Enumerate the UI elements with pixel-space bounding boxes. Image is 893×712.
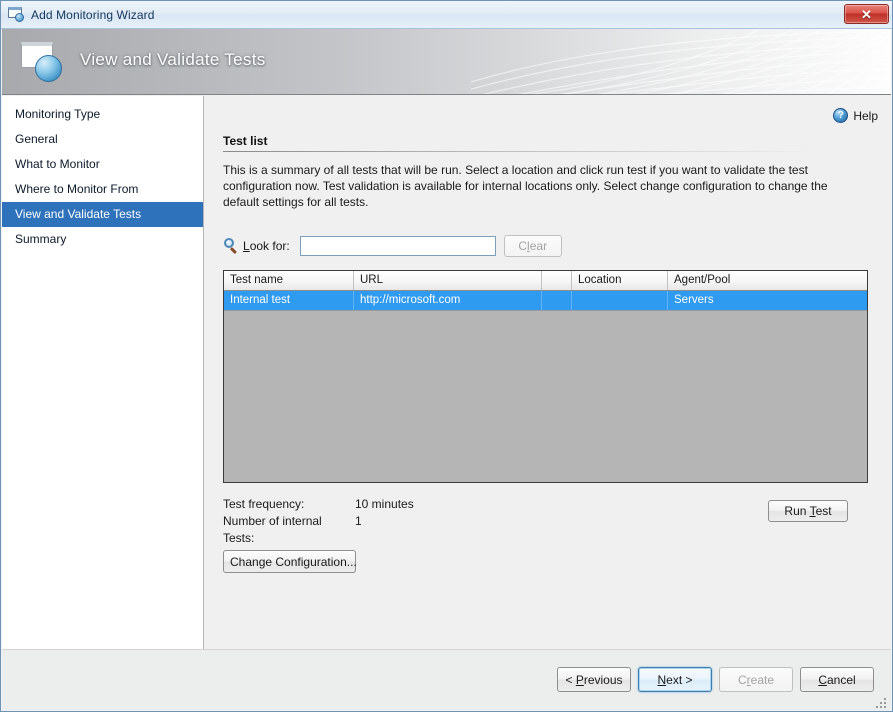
window-title: Add Monitoring Wizard <box>31 8 154 22</box>
search-label: Look for: <box>243 239 290 253</box>
close-button[interactable]: ✕ <box>844 4 889 24</box>
column-header-location[interactable]: Location <box>572 271 668 290</box>
test-summary: Test frequency: 10 minutes Number of int… <box>223 496 414 547</box>
column-header-url[interactable]: URL <box>354 271 542 290</box>
search-input[interactable] <box>300 236 496 256</box>
label-number-of-internal-tests: Number of internal Tests: <box>223 513 355 547</box>
cell-url: http://microsoft.com <box>354 291 542 310</box>
column-header-test-name[interactable]: Test name <box>224 271 354 290</box>
value-number-of-internal-tests: 1 <box>355 513 362 547</box>
change-configuration-button[interactable]: Change Configuration... <box>223 550 356 573</box>
titlebar: Add Monitoring Wizard ✕ <box>1 1 892 29</box>
previous-button[interactable]: < Previous <box>557 667 631 692</box>
banner-title: View and Validate Tests <box>80 50 266 70</box>
sidebar-item-general[interactable]: General <box>2 127 203 152</box>
section-divider <box>223 151 823 152</box>
create-button[interactable]: Create <box>719 667 793 692</box>
value-test-frequency: 10 minutes <box>355 496 414 513</box>
search-row: Look for: Clear <box>223 235 562 257</box>
footer-button-group: < Previous Next > Create Cancel <box>557 667 874 692</box>
main-content: ? Help Test list This is a summary of al… <box>204 96 892 649</box>
page-description: This is a summary of all tests that will… <box>223 162 848 210</box>
help-link[interactable]: ? Help <box>833 108 878 123</box>
table-row[interactable]: Internal test http://microsoft.com Serve… <box>224 291 867 311</box>
sidebar-item-monitoring-type[interactable]: Monitoring Type <box>2 102 203 127</box>
banner-mesh-decoration <box>471 29 891 95</box>
section-header: Test list <box>223 134 823 152</box>
column-header-agent-pool[interactable]: Agent/Pool <box>668 271 867 290</box>
cancel-button[interactable]: Cancel <box>800 667 874 692</box>
close-icon: ✕ <box>861 8 872 21</box>
resize-grip[interactable] <box>876 696 888 708</box>
summary-line-test-frequency: Test frequency: 10 minutes <box>223 496 414 513</box>
sidebar-item-view-and-validate-tests[interactable]: View and Validate Tests <box>2 202 203 227</box>
add-monitoring-wizard-window: Add Monitoring Wizard ✕ <box>0 0 893 712</box>
grid-header-row: Test name URL Location Agent/Pool <box>224 271 867 291</box>
label-test-frequency: Test frequency: <box>223 496 355 513</box>
sidebar-item-what-to-monitor[interactable]: What to Monitor <box>2 152 203 177</box>
help-circle-icon: ? <box>833 108 848 123</box>
cell-blank <box>542 291 572 310</box>
cell-agent-pool: Servers <box>668 291 867 310</box>
next-button[interactable]: Next > <box>638 667 712 692</box>
test-list-grid[interactable]: Test name URL Location Agent/Pool Intern… <box>223 270 868 483</box>
sidebar-item-summary[interactable]: Summary <box>2 227 203 252</box>
wizard-footer: < Previous Next > Create Cancel <box>2 649 891 710</box>
page-title: Test list <box>223 134 823 148</box>
cell-test-name: Internal test <box>224 291 354 310</box>
window-globe-icon <box>8 7 25 22</box>
column-header-blank[interactable] <box>542 271 572 290</box>
help-label: Help <box>853 109 878 123</box>
search-magnifier-icon <box>223 238 239 254</box>
summary-line-internal-tests: Number of internal Tests: 1 <box>223 513 414 547</box>
wizard-banner: View and Validate Tests <box>2 29 891 95</box>
clear-button[interactable]: Clear <box>504 235 562 257</box>
banner-globe-icon <box>19 39 65 85</box>
sidebar-item-where-to-monitor-from[interactable]: Where to Monitor From <box>2 177 203 202</box>
cell-location <box>572 291 668 310</box>
run-test-button[interactable]: Run Test <box>768 500 848 522</box>
wizard-step-sidebar: Monitoring Type General What to Monitor … <box>2 96 204 649</box>
